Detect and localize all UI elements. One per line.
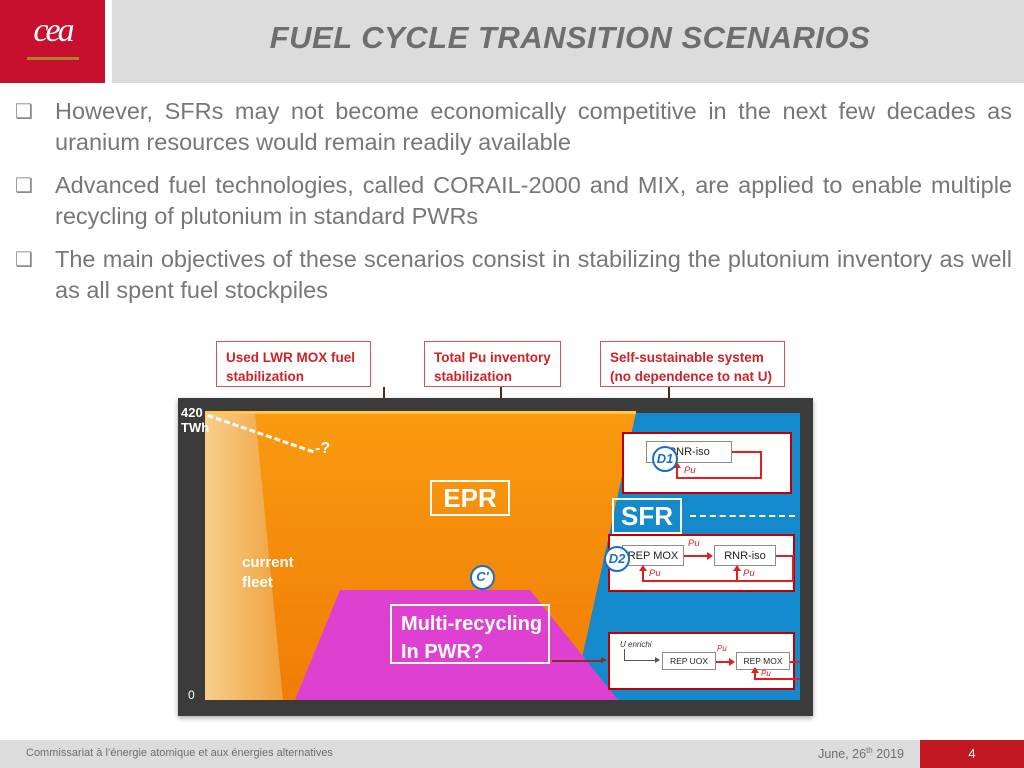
connector-c-prime-arrowhead <box>601 657 607 663</box>
checkbox-bullet-icon: ❑ <box>15 101 33 123</box>
cea-logo-wordmark: cea <box>33 12 74 49</box>
page-title: FUEL CYCLE TRANSITION SCENARIOS <box>269 20 871 55</box>
list-item-text: The main objectives of these scenarios c… <box>55 246 1012 303</box>
feed-label-u-enrichi: U enrichi <box>620 640 652 649</box>
flow-label-pu-d2-rnr: Pu <box>743 568 755 579</box>
flow-line-c-up <box>754 672 756 679</box>
flow-line-d1-up <box>676 468 678 478</box>
flow-line-d2-down <box>792 555 794 581</box>
multi-recycling-line-2: In PWR? <box>401 641 484 663</box>
flow-line-d2-mid <box>684 555 708 557</box>
scenario-badge-d1[interactable]: D1 <box>652 446 678 472</box>
checkbox-bullet-icon: ❑ <box>15 175 33 197</box>
footer-date-main: June, 26 <box>818 747 867 762</box>
bullet-list: ❑ However, SFRs may not become economica… <box>0 96 1024 318</box>
footer-date: June, 26th 2019 <box>818 746 904 761</box>
flow-line-d2-up-rnr <box>736 571 738 581</box>
list-item: ❑ However, SFRs may not become economica… <box>0 96 1024 158</box>
flow-line-c-right <box>790 661 800 663</box>
transition-scenario-figure: -? current fleet EPR SFR Multi-recycling… <box>178 398 813 716</box>
flow-label-pu-c-mid: Pu <box>717 644 727 653</box>
process-box-rep-uox: REP UOX <box>662 652 716 670</box>
flow-line-c-bottom <box>754 678 800 680</box>
footer-date-year: 2019 <box>872 747 904 762</box>
sfr-divider-dashed-line <box>690 515 795 517</box>
callout-line-2: stabilization <box>434 369 513 384</box>
cea-logo-underline <box>27 57 79 60</box>
subdiagram-panel-d1: RNR-iso Pu <box>622 432 792 494</box>
feed-arrowhead <box>655 657 660 663</box>
region-label-multi-recycling: Multi-recycling In PWR? <box>390 604 550 664</box>
current-fleet-line-1: current <box>242 554 294 571</box>
callout-line-1: Used LWR MOX fuel <box>226 350 356 365</box>
flow-line-d1-down <box>760 451 762 478</box>
connector-c-prime <box>552 660 602 662</box>
figure-plot-area: -? current fleet EPR SFR Multi-recycling… <box>200 410 800 700</box>
slide-header: cea FUEL CYCLE TRANSITION SCENARIOS <box>0 0 1024 83</box>
y-axis-max-unit: TWh <box>181 420 210 435</box>
trend-question-mark: -? <box>315 440 331 457</box>
callout-line-2: stabilization <box>226 369 305 384</box>
process-box-rnr-iso: RNR-iso <box>714 545 776 566</box>
y-axis-min-label: 0 <box>188 688 195 702</box>
scenario-badge-c-prime[interactable]: C' <box>470 565 495 590</box>
process-box-rep-mox: REP MOX <box>736 652 790 670</box>
multi-recycling-line-1: Multi-recycling <box>401 613 543 635</box>
current-fleet-line-2: fleet <box>242 574 273 591</box>
flow-line-d2-bottom <box>642 580 794 582</box>
flow-label-pu-c-mox: Pu <box>761 669 771 678</box>
current-fleet-label: current fleet <box>242 553 294 593</box>
footer-organization: Commissariat à l’énergie atomique et aux… <box>26 747 333 759</box>
flow-arrowhead-d2-rnr <box>733 565 741 571</box>
flow-arrowhead-c-mox <box>751 667 759 673</box>
process-box-rep-mox: REP MOX <box>622 545 684 566</box>
cea-logo-block: cea <box>0 0 105 83</box>
flow-label-pu-d1: Pu <box>684 465 696 476</box>
callout-self-sustainable-system: Self-sustainable system (no dependence t… <box>600 341 785 387</box>
footer-date-ordinal: th <box>866 746 873 755</box>
slide-footer: Commissariat à l’énergie atomique et aux… <box>0 740 1024 768</box>
y-axis-max-value: 420 <box>181 405 203 420</box>
flow-arrowhead-c-mid <box>729 657 735 666</box>
flow-label-pu-d2-mid: Pu <box>688 538 700 549</box>
list-item-text: Advanced fuel technologies, called CORAI… <box>55 172 1012 229</box>
callout-used-lwr-mox-fuel-stabilization: Used LWR MOX fuel stabilization <box>216 341 371 387</box>
y-axis-max-label: 420 TWh <box>181 405 209 435</box>
flow-line-d1-right <box>732 451 762 453</box>
list-item: ❑ The main objectives of these scenarios… <box>0 244 1024 306</box>
callout-line-2: (no dependence to nat U) <box>610 369 772 384</box>
callout-line-1: Self-sustainable system <box>610 350 764 365</box>
region-label-sfr: SFR <box>612 498 682 534</box>
flow-line-d1-bottom <box>676 477 762 479</box>
callout-line-1: Total Pu inventory <box>434 350 551 365</box>
flow-arrowhead-d2-mid <box>707 551 713 560</box>
flow-line-d2-up-mox <box>642 571 644 581</box>
scenario-badge-d2[interactable]: D2 <box>604 546 630 572</box>
list-item: ❑ Advanced fuel technologies, called COR… <box>0 170 1024 232</box>
flow-label-pu-d2-mox: Pu <box>649 568 661 579</box>
subdiagram-panel-c-prime: U enrichi REP UOX REP MOX Pu Pu <box>608 632 800 690</box>
slide-page-number: 4 <box>920 740 1024 768</box>
region-label-epr: EPR <box>430 480 510 516</box>
checkbox-bullet-icon: ❑ <box>15 249 33 271</box>
top-rim <box>205 411 636 414</box>
feed-line-horizontal <box>624 660 656 662</box>
list-item-text: However, SFRs may not become economicall… <box>55 98 1012 155</box>
callout-total-pu-inventory-stabilization: Total Pu inventory stabilization <box>424 341 561 387</box>
subdiagram-panel-d2: REP MOX RNR-iso Pu Pu Pu <box>608 534 795 592</box>
flow-arrowhead-d2-mox <box>639 565 647 571</box>
